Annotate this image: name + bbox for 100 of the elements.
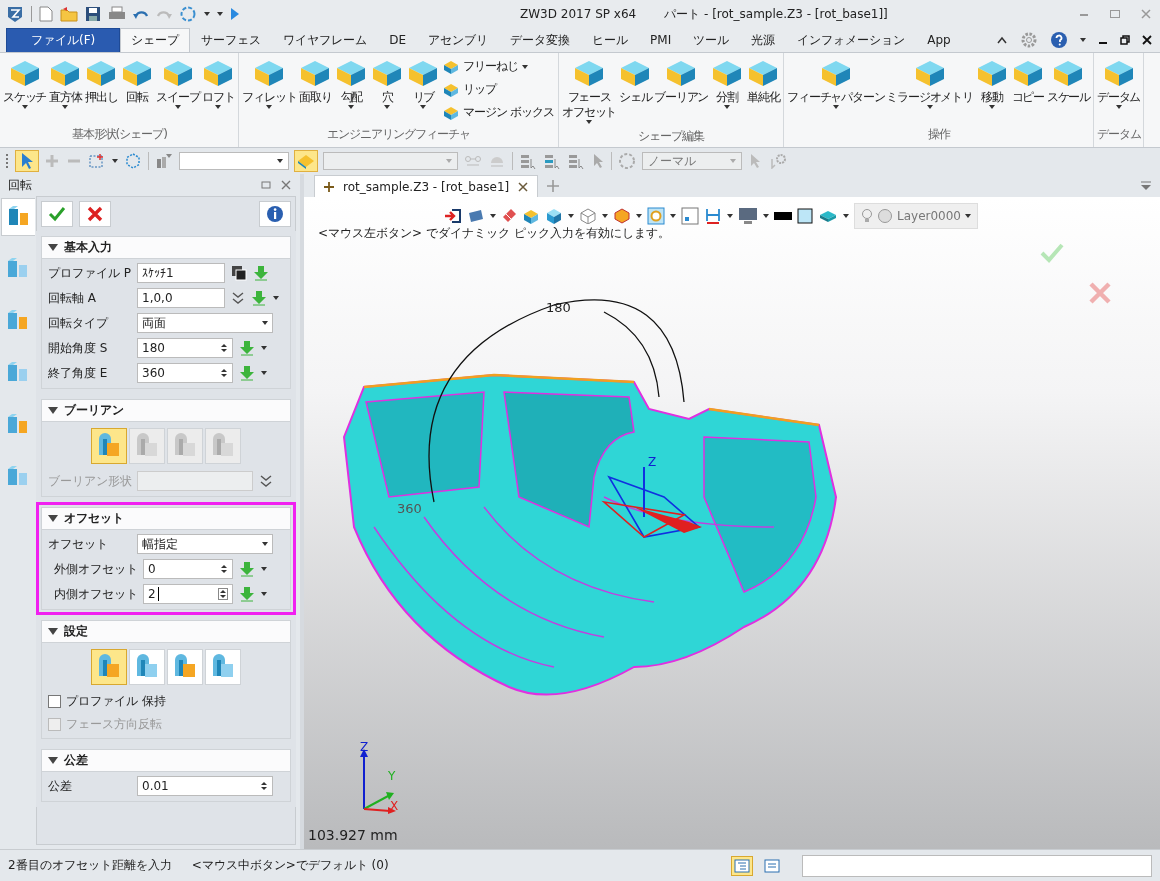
- spin-arrows-icon[interactable]: [260, 781, 268, 791]
- caret-icon[interactable]: [420, 105, 427, 109]
- caret-icon[interactable]: [204, 12, 210, 16]
- pick-cursor-icon[interactable]: [16, 151, 38, 171]
- caret-icon[interactable]: [112, 159, 118, 163]
- caret-icon[interactable]: [602, 214, 608, 218]
- eraser-icon[interactable]: [501, 208, 517, 224]
- option-icon-button[interactable]: [129, 649, 165, 685]
- document-tab[interactable]: rot_sample.Z3 - [rot_base1]: [314, 175, 539, 197]
- ribbon-tool-button[interactable]: ブーリアン: [653, 55, 710, 126]
- ribbon-tab[interactable]: ツール: [682, 28, 741, 52]
- ribbon-tool-button[interactable]: フィーチャパターン: [786, 55, 886, 124]
- wireframe-cube-icon[interactable]: [579, 208, 597, 224]
- spin-arrows-icon[interactable]: [220, 564, 228, 574]
- caret-icon[interactable]: [21, 105, 28, 109]
- caret-icon[interactable]: [763, 214, 769, 218]
- collapse-ribbon-icon[interactable]: [996, 35, 1008, 45]
- filter-icon[interactable]: [155, 153, 173, 169]
- ribbon-tab[interactable]: ヒール: [581, 28, 640, 52]
- input-field[interactable]: 1,0,0: [137, 288, 225, 308]
- ribbon-tool-button[interactable]: フリーねじ: [441, 57, 557, 76]
- ribbon-tab[interactable]: サーフェス: [190, 28, 273, 52]
- ribbon-tool-button[interactable]: フェース オフセット: [561, 55, 618, 126]
- caret-icon[interactable]: [724, 105, 731, 109]
- measure-icon[interactable]: [704, 207, 722, 225]
- section-title[interactable]: ブーリアン: [64, 402, 124, 419]
- caret-icon[interactable]: [926, 105, 933, 109]
- caret-icon[interactable]: [261, 592, 267, 596]
- section-title[interactable]: 公差: [64, 752, 88, 769]
- info-button[interactable]: [259, 201, 291, 227]
- caret-icon[interactable]: [843, 214, 849, 218]
- spin-arrows-icon[interactable]: [220, 368, 228, 378]
- caret-icon[interactable]: [277, 159, 283, 163]
- spin-field[interactable]: 0: [143, 559, 233, 579]
- ribbon-tab[interactable]: データ変換: [499, 28, 582, 52]
- section-title[interactable]: オフセット: [64, 510, 124, 527]
- ribbon-tool-button[interactable]: 回転: [119, 55, 156, 124]
- save-icon[interactable]: [85, 6, 101, 22]
- box-select-icon[interactable]: [88, 153, 106, 169]
- input-field[interactable]: [137, 471, 253, 491]
- caret-icon[interactable]: [348, 105, 355, 109]
- app-logo-icon[interactable]: [6, 5, 24, 23]
- caret-icon[interactable]: [988, 105, 995, 109]
- tab-menu-icon[interactable]: [1140, 180, 1152, 191]
- ribbon-tool-button[interactable]: 分割: [709, 55, 746, 126]
- cancel-button[interactable]: [79, 201, 111, 227]
- ribbon-tool-button[interactable]: シェル: [617, 55, 654, 126]
- frame-icon[interactable]: [681, 207, 699, 225]
- caret-icon[interactable]: [832, 105, 839, 109]
- caret-icon[interactable]: [62, 105, 69, 109]
- caret-icon[interactable]: [261, 346, 267, 350]
- ribbon-tab[interactable]: アセンブリ: [417, 28, 500, 52]
- caret-icon[interactable]: [174, 105, 181, 109]
- input-field[interactable]: ｽｹｯﾁ1: [137, 263, 225, 283]
- ribbon-tab[interactable]: ワイヤフレーム: [272, 28, 379, 52]
- option-icon-button[interactable]: [91, 428, 127, 464]
- ribbon-tool-button[interactable]: スケール: [1045, 55, 1092, 124]
- caret-icon[interactable]: [636, 214, 642, 218]
- expand-toggle-icon[interactable]: [48, 244, 58, 251]
- expand-toggle-icon[interactable]: [48, 515, 58, 522]
- close-icon[interactable]: [1142, 35, 1152, 45]
- ribbon-tool-button[interactable]: 単純化: [745, 55, 782, 126]
- line-color-icon[interactable]: [774, 212, 792, 220]
- ribbon-tool-button[interactable]: データム: [1096, 55, 1142, 124]
- layer-stack-icon[interactable]: [818, 208, 838, 224]
- spin-field[interactable]: 0.01: [137, 776, 273, 796]
- rotate-ring-icon[interactable]: [179, 5, 197, 23]
- layer-list-icon[interactable]: [543, 153, 561, 169]
- side-tab[interactable]: [1, 198, 35, 236]
- caret-icon[interactable]: [1115, 105, 1122, 109]
- hexagon-icon[interactable]: [613, 208, 631, 224]
- caret-icon[interactable]: [670, 214, 676, 218]
- ribbon-tab[interactable]: PMI: [639, 28, 683, 52]
- ribbon-tool-button[interactable]: リブ: [405, 55, 442, 124]
- caret-icon[interactable]: [1080, 38, 1086, 42]
- copy-icon[interactable]: [231, 265, 247, 281]
- layer-dropdown[interactable]: Layer0000: [854, 203, 978, 229]
- dropdown-field[interactable]: 幅指定: [137, 534, 273, 554]
- caret-icon[interactable]: [262, 542, 268, 546]
- ribbon-tool-button[interactable]: 移動: [973, 55, 1010, 124]
- caret-icon[interactable]: [261, 371, 267, 375]
- option-icon-button[interactable]: [91, 649, 127, 685]
- caret-icon[interactable]: [266, 105, 273, 109]
- checkbox[interactable]: [48, 694, 61, 708]
- ribbon-tool-button[interactable]: フィレット: [241, 55, 298, 124]
- confirm-button[interactable]: [41, 201, 73, 227]
- help-icon[interactable]: [1050, 31, 1068, 49]
- ribbon-tool-button[interactable]: 勾配: [333, 55, 370, 124]
- ribbon-tab[interactable]: 光源: [740, 28, 787, 52]
- spin-arrows-icon[interactable]: [218, 588, 228, 600]
- caret-icon[interactable]: [217, 12, 223, 16]
- dashed-hexagon-icon[interactable]: [124, 152, 142, 170]
- ribbon-tool-button[interactable]: スイープ: [155, 55, 201, 124]
- ribbon-tool-button[interactable]: コピー: [1009, 55, 1046, 124]
- section-title[interactable]: 基本入力: [64, 239, 112, 256]
- caret-icon[interactable]: [273, 296, 279, 300]
- dropdown-field[interactable]: 両面: [137, 313, 273, 333]
- ribbon-tool-button[interactable]: ロフト: [200, 55, 237, 124]
- ribbon-tab[interactable]: ファイル(F): [6, 28, 121, 52]
- option-icon-button[interactable]: [167, 649, 203, 685]
